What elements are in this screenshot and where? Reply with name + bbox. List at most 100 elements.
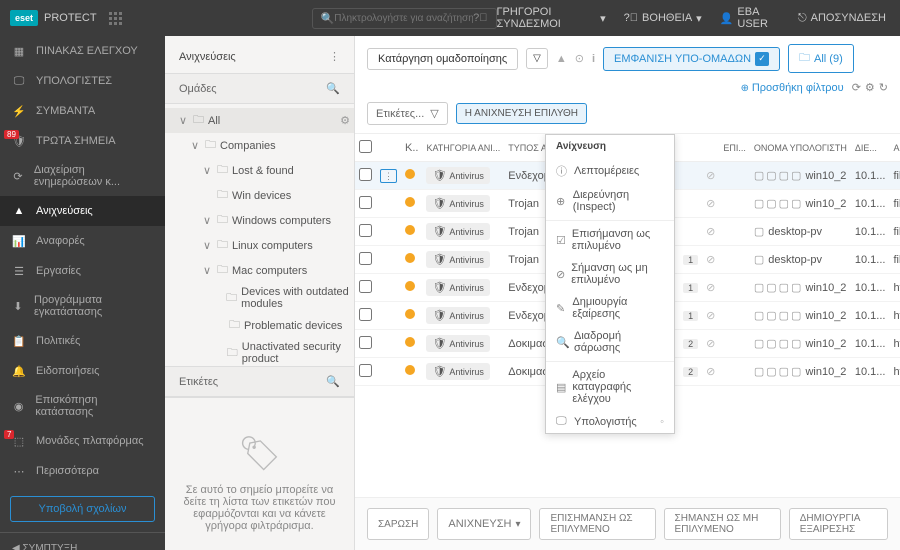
row-checkbox[interactable] [359, 308, 372, 321]
info-icon[interactable]: i [592, 53, 595, 65]
tags-selector[interactable]: Ετικέτες... ▽ [367, 102, 448, 125]
category-chip: 🛡Antivirus [426, 363, 489, 380]
alert-icon[interactable]: ⊙ [575, 52, 584, 65]
tree-node[interactable]: ∨🗀Mac computers [165, 258, 354, 283]
sidebar-item-2[interactable]: ⚡ΣΥΜΒΑΝΤΑ [0, 96, 165, 126]
add-filter-button[interactable]: ⊕ Προσθήκη φίλτρου [741, 82, 844, 94]
active-filter-chip[interactable]: Η ΑΝΙΧΝΕΥΣΗ ΕΠΙΛΥΘΗ [456, 103, 587, 124]
context-menu-item[interactable]: ⓘΛεπτομέρειες [546, 158, 674, 184]
computer-icons: ▢ [754, 225, 764, 238]
col-ip[interactable]: ΔΙΕ... [851, 134, 890, 162]
preset-icon[interactable]: ⟳ [852, 81, 861, 94]
sidebar-item-8[interactable]: ⬇Προγράμματα εγκατάστασης [0, 286, 165, 326]
row-checkbox[interactable] [359, 168, 372, 181]
context-menu-item[interactable]: ▤Αρχείο καταγραφής ελέγχου [546, 364, 674, 410]
col-category[interactable]: ΚΑΤΗΓΟΡΙΑ ΑΝΙ... [422, 134, 504, 162]
computer-icons: ▢▢▢▢ [754, 309, 802, 322]
tree-node-all[interactable]: ∨ 🗀 All ⚙ [165, 108, 354, 133]
row-checkbox[interactable] [359, 252, 372, 265]
quick-links[interactable]: ΓΡΗΓΟΡΟΙ ΣΥΝΔΕΣΜΟΙ ▾ [497, 6, 606, 30]
tree-node[interactable]: ∨🗀Companies [165, 133, 354, 158]
tree-node[interactable]: ∨🗀Linux computers [165, 233, 354, 258]
check-circle-icon: ⊘ [706, 366, 715, 378]
check-icon: ✓ [755, 52, 769, 66]
col-computer[interactable]: ΟΝΟΜΑ ΥΠΟΛΟΓΙΣΤΗ [750, 134, 851, 162]
sidebar-item-9[interactable]: 📋Πολιτικές [0, 326, 165, 356]
sidebar-item-10[interactable]: 🔔Ειδοποιήσεις [0, 356, 165, 386]
more-icon[interactable]: ⋮ [329, 50, 340, 63]
create-exclusion-button[interactable]: ΔΗΜΙΟΥΡΓΙΑ ΕΞΑΙΡΕΣΗΣ [789, 508, 888, 540]
sidebar-item-12[interactable]: 7⬚Μονάδες πλατφόρμας [0, 426, 165, 456]
scan-button[interactable]: ΣΑΡΩΣΗ [367, 508, 429, 540]
computer-icons: ▢▢▢▢ [754, 169, 802, 182]
context-menu-item[interactable]: 🖵Υπολογιστής◦ [546, 410, 674, 433]
user-menu[interactable]: 👤 EBA USER [720, 6, 780, 30]
apps-icon[interactable] [109, 12, 122, 25]
search-icon[interactable]: 🔍 [326, 82, 340, 95]
search-icon[interactable]: 🔍 [326, 375, 340, 388]
sidebar-item-3[interactable]: 89🛡ΤΡΩΤΑ ΣΗΜΕΙΑ [0, 126, 165, 156]
folder-icon: 🗀 [217, 161, 228, 180]
brand-logo: eset [10, 10, 38, 26]
menu-item-icon: ⊕ [556, 195, 567, 208]
tree-node[interactable]: 🗀Unactivated security product [165, 338, 354, 366]
mark-unresolved-button[interactable]: ΣΗΜΑΝΣΗ ΩΣ ΜΗ ΕΠΙΛΥΜΕΝΟ [664, 508, 781, 540]
shield-icon: 🛡 [432, 281, 446, 294]
sidebar-item-6[interactable]: 📊Αναφορές [0, 226, 165, 256]
sidebar-item-1[interactable]: 🖵ΥΠΟΛΟΓΙΣΤΕΣ [0, 66, 165, 96]
chevron-down-icon: ∨ [179, 114, 189, 127]
row-checkbox[interactable] [359, 336, 372, 349]
ungroup-button[interactable]: Κατάργηση ομαδοποίησης [367, 48, 518, 70]
sidebar-item-11[interactable]: ◉Επισκόπηση κατάστασης [0, 386, 165, 426]
category-chip: 🛡Antivirus [426, 307, 489, 324]
context-menu-item[interactable]: ✎Δημιουργία εξαίρεσης [546, 291, 674, 325]
select-all-checkbox[interactable] [359, 140, 372, 153]
tree-node[interactable]: ∨🗀Lost & found [165, 158, 354, 183]
chevron-icon: ∨ [191, 139, 201, 152]
sidebar-item-13[interactable]: ⋯Περισσότερα [0, 456, 165, 486]
all-filter-button[interactable]: 🗀 All (9) [788, 44, 854, 73]
col-severity[interactable]: Κ.. [401, 134, 422, 162]
context-menu-item[interactable]: ☑Επισήμανση ως επιλυμένο [546, 223, 674, 257]
gear-icon[interactable]: ⚙ [865, 81, 875, 94]
tree-node[interactable]: 🗀Devices with outdated modules [165, 283, 354, 313]
severity-dot [405, 253, 415, 263]
help-icon[interactable]: ?⃝ [473, 12, 487, 24]
row-checkbox[interactable] [359, 364, 372, 377]
dropdown-button[interactable]: ▽ [526, 48, 548, 69]
refresh-icon[interactable]: ↻ [879, 81, 888, 94]
gear-icon[interactable]: ⚙ [340, 114, 350, 127]
computer-icons: ▢▢▢▢ [754, 365, 802, 378]
col-object[interactable]: ΑΝ... [889, 134, 900, 162]
col-epi[interactable]: ΕΠΙ... [719, 134, 750, 162]
sidebar-item-0[interactable]: ▦ΠΙΝΑΚΑΣ ΕΛΕΓΧΟΥ [0, 36, 165, 66]
menu-item-icon: ✎ [556, 302, 566, 315]
check-circle-icon: ⊘ [706, 198, 715, 210]
tree-node[interactable]: 🗀Problematic devices [165, 313, 354, 338]
show-subgroups-toggle[interactable]: ΕΜΦΑΝΙΣΗ ΥΠΟ-ΟΜΑΔΩΝ ✓ [603, 47, 780, 71]
sidebar-item-5[interactable]: ▲Ανιχνεύσεις [0, 196, 165, 226]
collapse-button[interactable]: ◀ ΣΥΜΠΤΥΞΗ [0, 532, 165, 550]
folder-icon: 🗀 [227, 344, 238, 363]
submit-feedback-button[interactable]: Υποβολή σχολίων [10, 496, 155, 522]
tree-node[interactable]: ∨🗀Windows computers [165, 208, 354, 233]
shield-icon: 🛡 [432, 253, 446, 266]
context-menu-item[interactable]: ⊘Σήμανση ως μη επιλυμένο [546, 257, 674, 291]
search-input[interactable]: 🔍 ?⃝ [312, 8, 497, 29]
row-checkbox[interactable] [359, 280, 372, 293]
row-checkbox[interactable] [359, 224, 372, 237]
row-menu-icon[interactable]: ⋮ [380, 169, 397, 183]
tree-node[interactable]: 🗀Win devices [165, 183, 354, 208]
context-menu-item[interactable]: ⊕Διερεύνηση (Inspect) [546, 184, 674, 218]
help-menu[interactable]: ?⃝ ΒΟΗΘΕΙΑ ▾ [624, 12, 702, 25]
logout-button[interactable]: ⎋ ΑΠΟΣΥΝΔΕΣΗ [798, 12, 886, 25]
mark-resolved-button[interactable]: ΕΠΙΣΗΜΑΝΣΗ ΩΣ ΕΠΙΛΥΜΕΝΟ [539, 508, 655, 540]
sidebar-item-7[interactable]: ☰Εργασίες [0, 256, 165, 286]
row-checkbox[interactable] [359, 196, 372, 209]
submenu-icon: ◦ [660, 416, 664, 428]
warning-icon[interactable]: ▲ [556, 53, 567, 65]
detection-button[interactable]: ΑΝΙΧΝΕΥΣΗ ▾ [437, 508, 531, 540]
sidebar-item-4[interactable]: ⟳Διαχείριση ενημερώσεων κ... [0, 156, 165, 196]
nav-icon: ⬇ [12, 299, 24, 313]
context-menu-item[interactable]: 🔍Διαδρομή σάρωσης [546, 325, 674, 359]
